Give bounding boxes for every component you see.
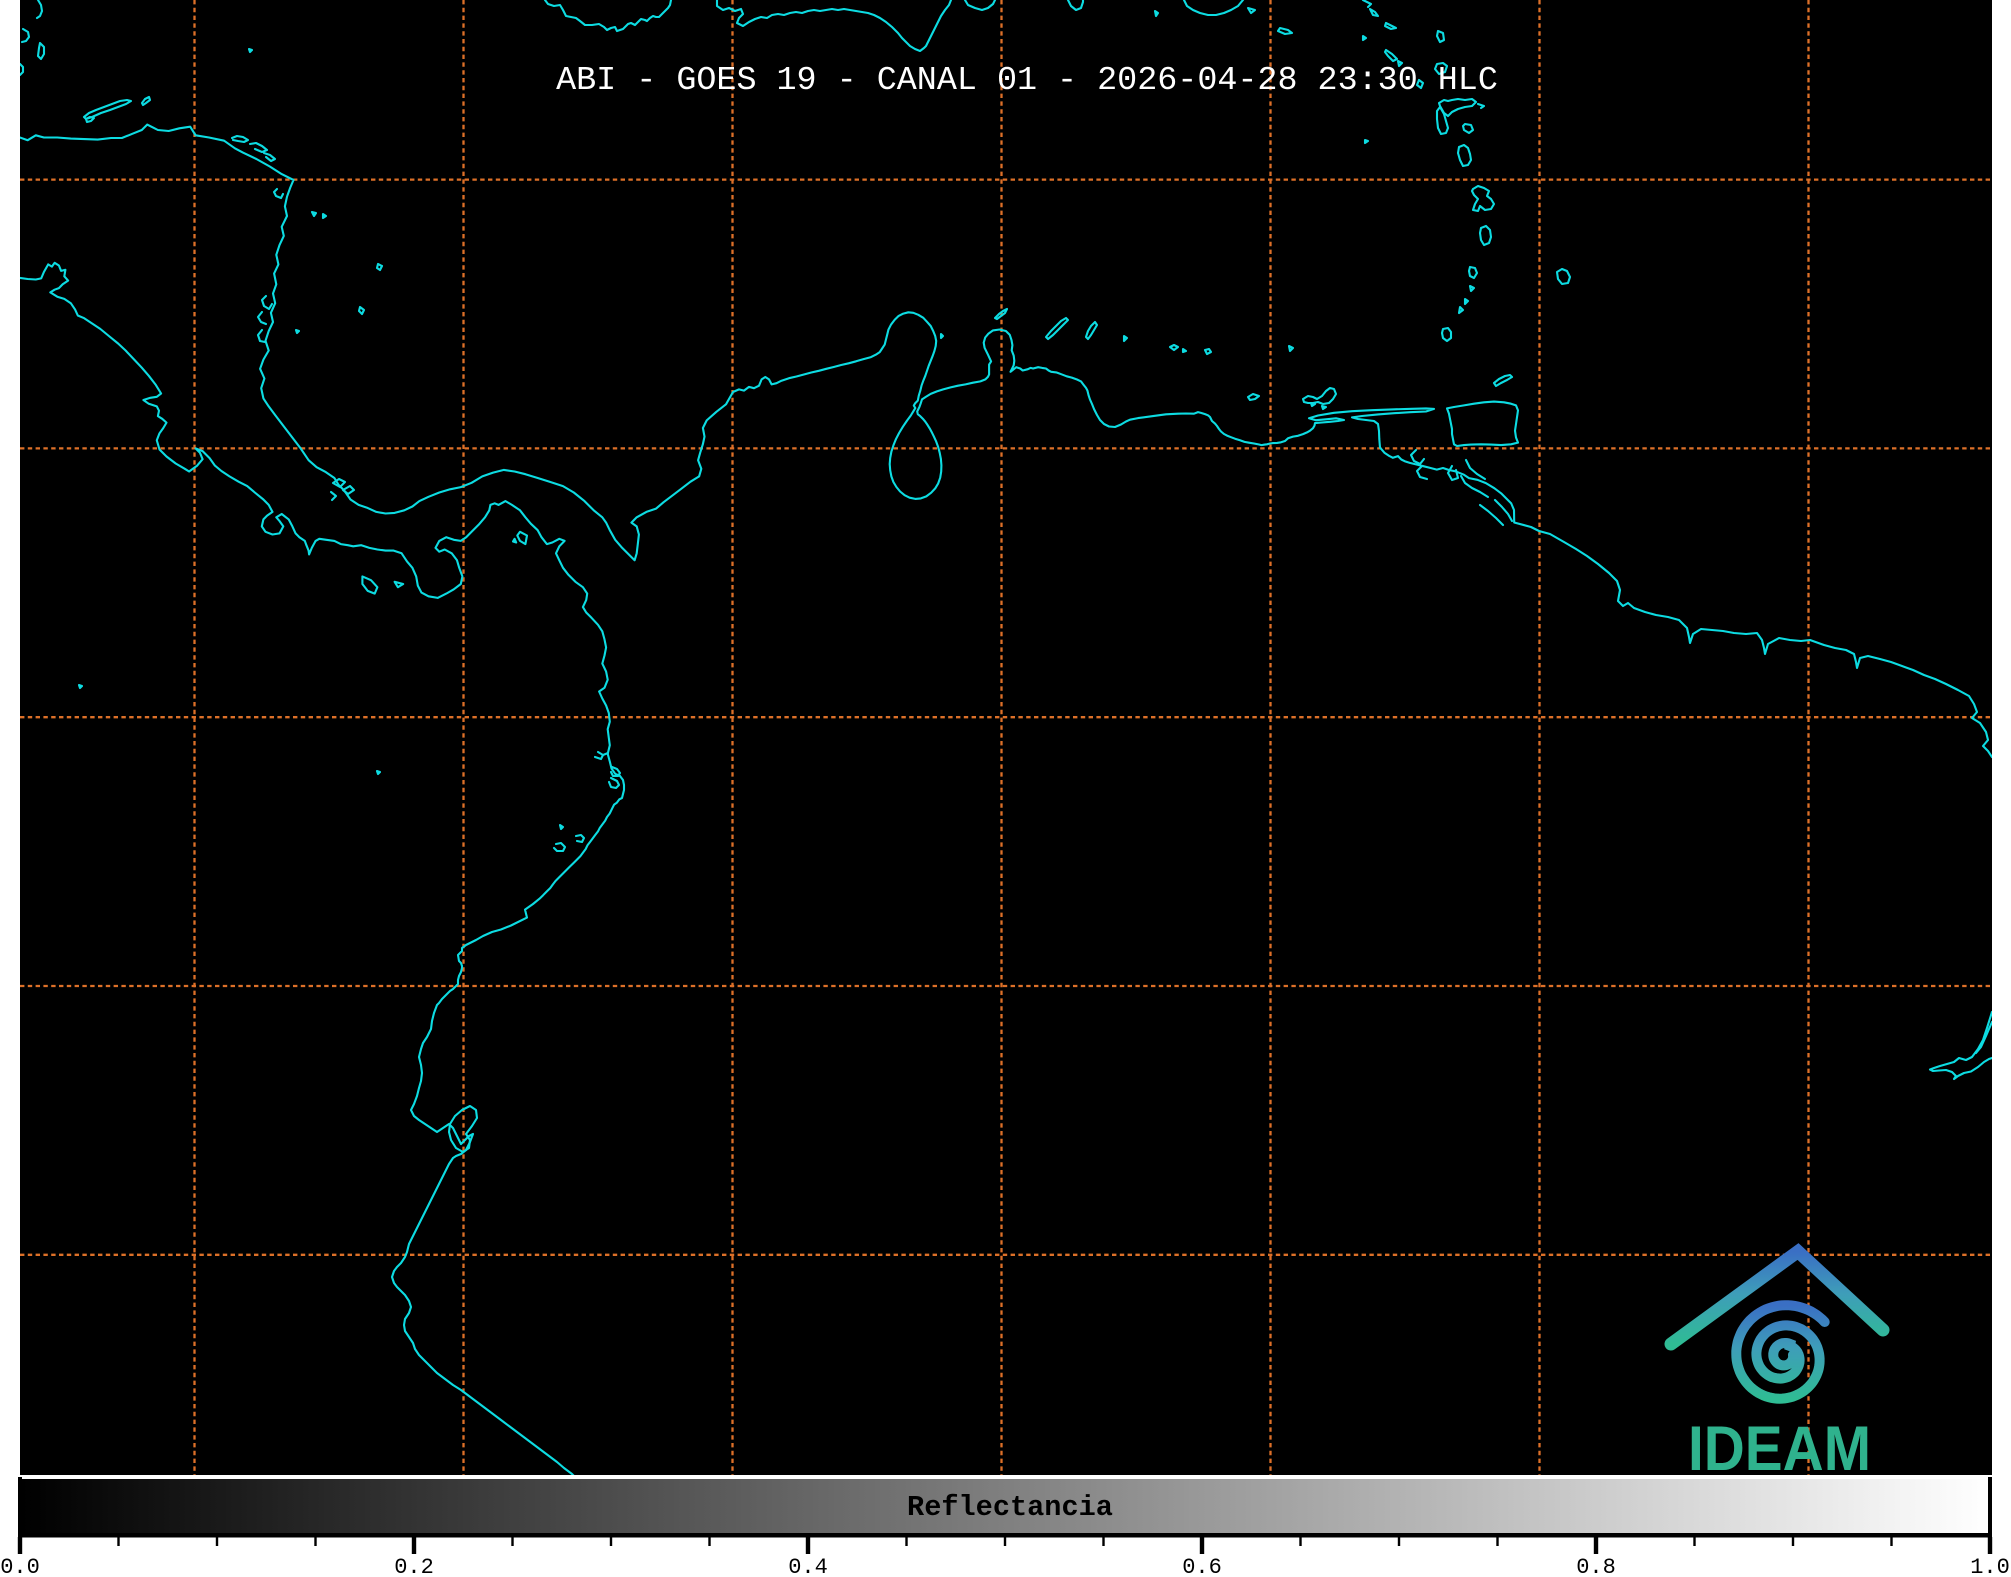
svg-text:Reflectancia: Reflectancia [907,1491,1113,1524]
svg-text:IDEAM: IDEAM [1688,1414,1871,1484]
svg-text:1.0: 1.0 [1970,1555,2010,1577]
svg-text:0.6: 0.6 [1182,1555,1222,1577]
svg-text:ABI - GOES 19 - CANAL 01 - 202: ABI - GOES 19 - CANAL 01 - 2026-04-28 23… [556,62,1498,100]
svg-text:0.0: 0.0 [0,1555,40,1577]
svg-text:0.2: 0.2 [394,1555,434,1577]
svg-text:0.8: 0.8 [1576,1555,1616,1577]
svg-text:0.4: 0.4 [788,1555,828,1577]
